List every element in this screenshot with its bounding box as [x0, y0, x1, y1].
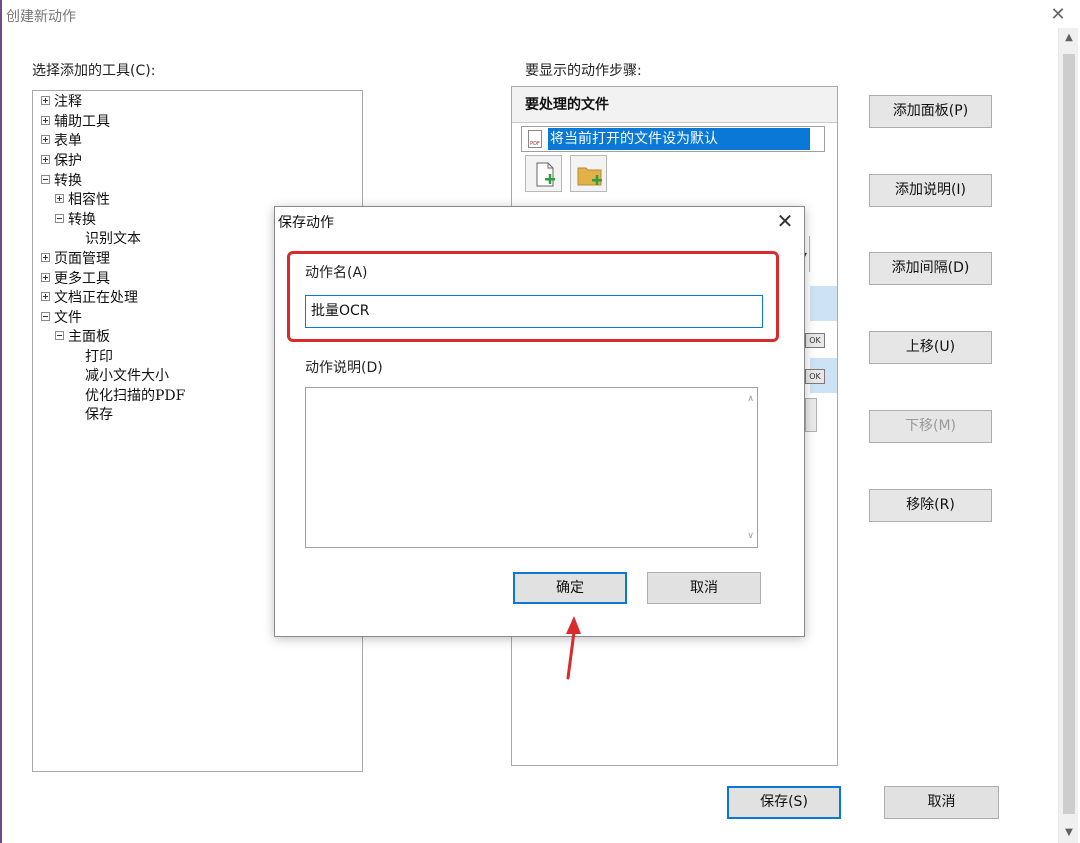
step-ok-icon: OK — [805, 369, 825, 384]
dialog-close-icon[interactable]: ✕ — [773, 209, 797, 233]
tree-node-label: 打印 — [85, 349, 113, 365]
tools-label: 选择添加的工具(C): — [32, 63, 156, 79]
expand-icon[interactable] — [41, 292, 50, 301]
window-title: 创建新动作 — [6, 9, 76, 25]
files-section-header[interactable]: 要处理的文件 — [512, 87, 837, 123]
tree-node-label: 辅助工具 — [54, 114, 110, 130]
tree-node-label: 表单 — [54, 133, 82, 149]
tree-node[interactable]: 减小文件大小 — [85, 367, 169, 386]
tree-node[interactable]: 文档正在处理 — [41, 289, 138, 308]
description-scrollbar[interactable]: ∧ ∨ — [740, 388, 757, 547]
tree-node-label: 转换 — [54, 173, 82, 189]
new-file-icon — [536, 162, 555, 187]
window-close-icon[interactable]: ✕ — [1048, 4, 1068, 26]
tree-node-label: 识别文本 — [85, 231, 141, 247]
dialog-cancel-button[interactable]: 取消 — [647, 572, 761, 604]
clipped-footer-text — [420, 832, 560, 843]
tree-node-label: 保存 — [85, 407, 113, 423]
dialog-ok-button[interactable]: 确定 — [513, 572, 627, 604]
step-ok-icon: OK — [805, 333, 825, 348]
window-edge-accent — [0, 0, 2, 843]
tree-node[interactable]: 注释 — [41, 93, 82, 112]
tree-node-label: 主面板 — [68, 329, 110, 345]
tree-node[interactable]: 识别文本 — [85, 230, 141, 249]
expand-icon[interactable] — [41, 96, 50, 105]
move-down-button[interactable]: 下移(M) — [869, 410, 992, 443]
tree-node-label: 转换 — [68, 212, 96, 228]
arrow-annotation-icon — [566, 616, 581, 680]
save-button[interactable]: 保存(S) — [727, 786, 841, 819]
scroll-down-icon[interactable]: ▼ — [1059, 823, 1079, 843]
file-source-select[interactable]: PDF 将当前打开的文件设为默认 — [521, 126, 825, 152]
expand-icon[interactable] — [41, 253, 50, 262]
highlight-annotation — [287, 251, 779, 342]
tree-node[interactable]: 表单 — [41, 132, 82, 151]
expand-icon[interactable] — [41, 116, 50, 125]
tree-node-label: 优化扫描的PDF — [85, 388, 186, 404]
expand-icon[interactable] — [41, 155, 50, 164]
expand-icon[interactable] — [55, 194, 64, 203]
window-scrollbar[interactable]: ▲ ▼ — [1058, 28, 1078, 843]
add-folder-icon — [577, 167, 602, 186]
scroll-down-icon[interactable]: ∨ — [747, 531, 754, 541]
tree-node[interactable]: 相容性 — [55, 191, 110, 210]
tree-node[interactable]: 文件 — [41, 309, 82, 328]
step-options-button[interactable] — [805, 398, 817, 432]
tree-node-label: 文件 — [54, 310, 82, 326]
action-description-input[interactable]: ∧ ∨ — [305, 387, 758, 548]
add-separator-button[interactable]: 添加间隔(D) — [869, 252, 992, 285]
tree-node-label: 页面管理 — [54, 251, 110, 267]
collapse-icon[interactable] — [55, 214, 64, 223]
scroll-up-icon[interactable]: ∧ — [747, 394, 754, 404]
tree-node[interactable]: 打印 — [85, 348, 113, 367]
tree-node[interactable]: 转换 — [55, 211, 96, 230]
action-description-label: 动作说明(D) — [305, 360, 383, 376]
selected-step-row[interactable] — [810, 286, 837, 321]
cancel-button[interactable]: 取消 — [884, 786, 999, 819]
add-panel-button[interactable]: 添加面板(P) — [869, 95, 992, 128]
tree-node-label: 减小文件大小 — [85, 368, 169, 384]
tree-node-label: 更多工具 — [54, 271, 110, 287]
tree-node-label: 注释 — [54, 94, 82, 110]
tree-node[interactable]: 保护 — [41, 152, 82, 171]
add-note-button[interactable]: 添加说明(I) — [869, 174, 992, 207]
add-file-button[interactable] — [525, 155, 562, 192]
collapse-icon[interactable] — [41, 312, 50, 321]
tree-node-label: 相容性 — [68, 192, 110, 208]
tree-node-label: 保护 — [54, 153, 82, 169]
steps-label: 要显示的动作步骤: — [525, 63, 642, 79]
move-up-button[interactable]: 上移(U) — [869, 331, 992, 364]
collapse-icon[interactable] — [41, 175, 50, 184]
tree-node[interactable]: 转换 — [41, 172, 82, 191]
tree-node[interactable]: 优化扫描的PDF — [85, 387, 185, 406]
tree-node[interactable]: 辅助工具 — [41, 113, 110, 132]
expand-icon[interactable] — [41, 135, 50, 144]
tree-node[interactable]: 主面板 — [55, 328, 110, 347]
file-source-selected-option[interactable]: 将当前打开的文件设为默认 — [548, 128, 810, 150]
dialog-title: 保存动作 — [278, 215, 334, 231]
scrollbar-thumb[interactable] — [1063, 54, 1075, 814]
tree-node[interactable]: 更多工具 — [41, 270, 110, 289]
tree-node[interactable]: 页面管理 — [41, 250, 110, 269]
remove-button[interactable]: 移除(R) — [869, 489, 992, 522]
scroll-up-icon[interactable]: ▲ — [1059, 28, 1079, 48]
expand-icon[interactable] — [41, 273, 50, 282]
add-folder-button[interactable] — [570, 155, 607, 192]
collapse-icon[interactable] — [55, 331, 64, 340]
pdf-file-icon: PDF — [528, 130, 542, 148]
tree-node-label: 文档正在处理 — [54, 290, 138, 306]
tree-node[interactable]: 保存 — [85, 406, 113, 425]
